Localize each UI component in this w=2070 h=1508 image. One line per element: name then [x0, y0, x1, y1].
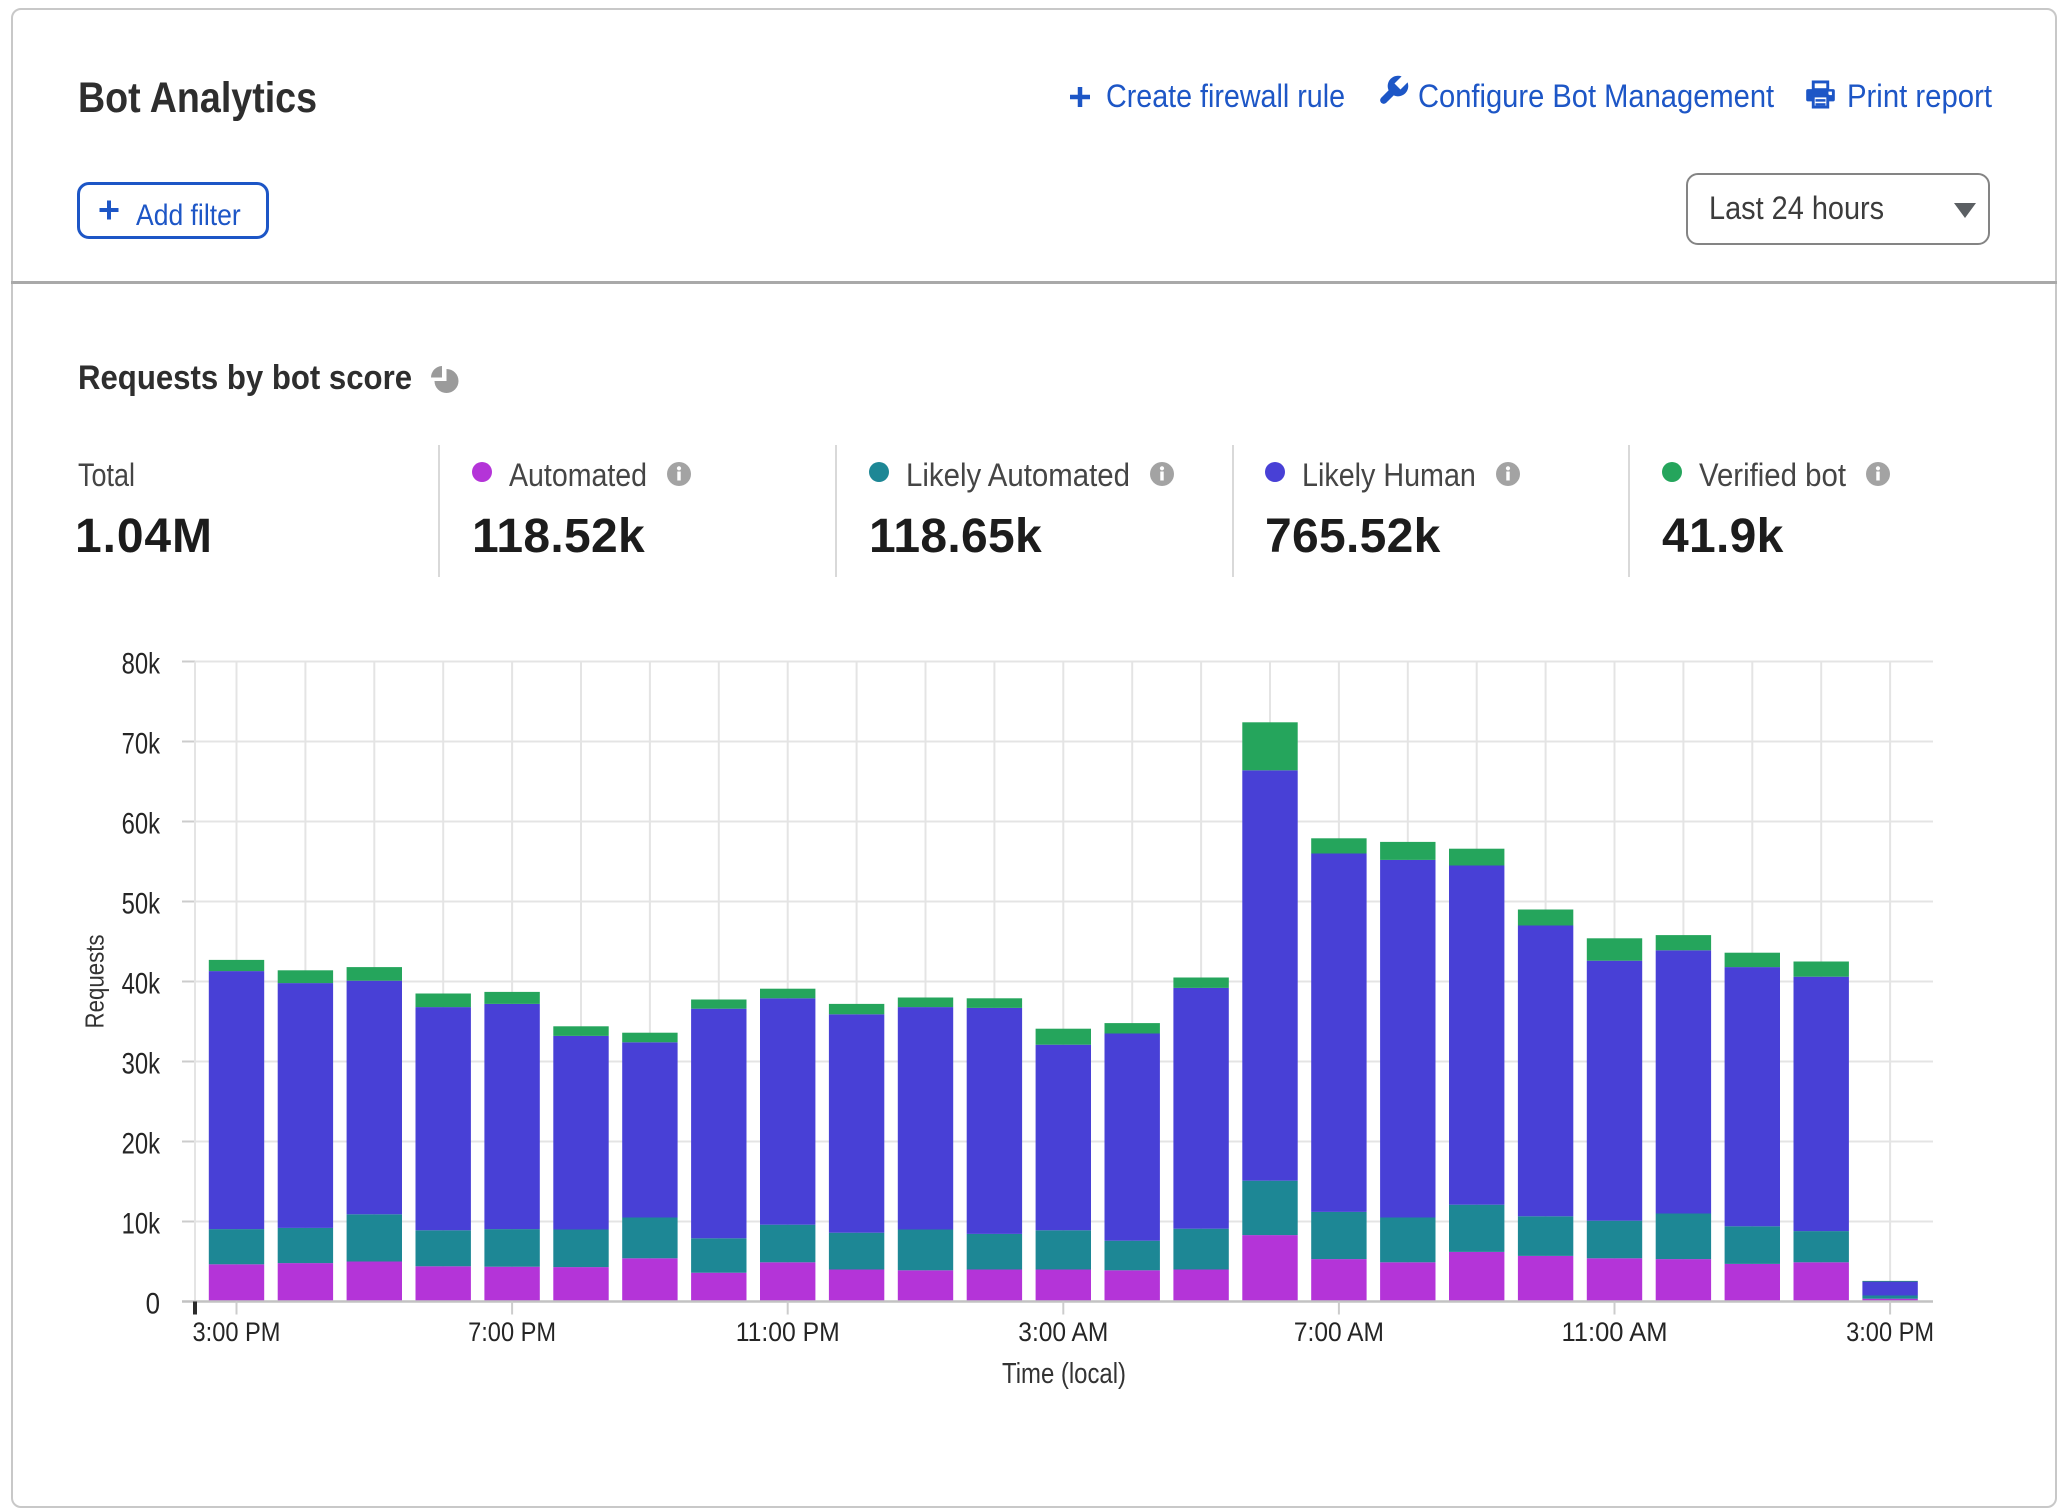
- svg-text:20k: 20k: [122, 1128, 161, 1161]
- svg-text:7:00 AM: 7:00 AM: [1294, 1317, 1384, 1347]
- svg-text:30k: 30k: [122, 1048, 161, 1081]
- svg-text:11:00 PM: 11:00 PM: [736, 1317, 840, 1347]
- svg-text:3:00 PM: 3:00 PM: [193, 1317, 281, 1347]
- svg-text:40k: 40k: [122, 968, 161, 1001]
- svg-text:60k: 60k: [122, 808, 161, 841]
- svg-text:Requests: Requests: [80, 935, 110, 1029]
- svg-text:7:00 PM: 7:00 PM: [468, 1317, 556, 1347]
- svg-text:0: 0: [146, 1288, 160, 1321]
- svg-text:70k: 70k: [122, 728, 161, 761]
- svg-text:3:00 AM: 3:00 AM: [1018, 1317, 1108, 1347]
- svg-text:10k: 10k: [122, 1208, 161, 1241]
- svg-text:80k: 80k: [122, 648, 161, 681]
- svg-text:11:00 AM: 11:00 AM: [1562, 1317, 1668, 1347]
- svg-text:Time (local): Time (local): [1002, 1358, 1126, 1390]
- svg-text:50k: 50k: [122, 888, 161, 921]
- svg-text:3:00 PM: 3:00 PM: [1846, 1317, 1934, 1347]
